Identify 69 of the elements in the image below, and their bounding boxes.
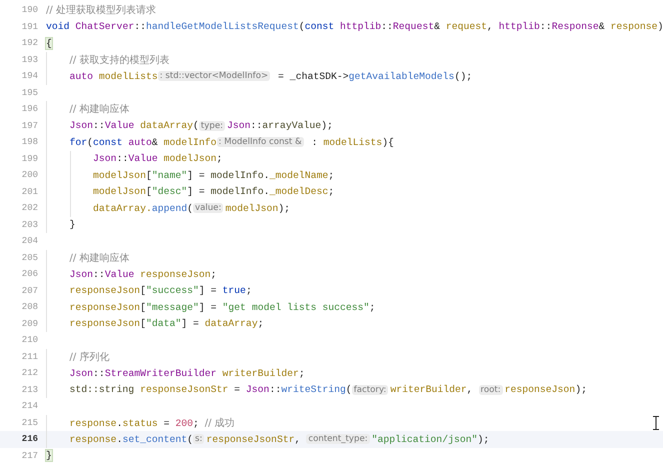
- inlay-hint: : ModelInfo const &: [216, 137, 304, 148]
- code-text: modelJson["name"] = modelInfo._modelName;: [93, 170, 334, 181]
- line-number: 199: [20, 154, 38, 164]
- code-text: auto modelLists: [70, 70, 158, 82]
- line-number: 192: [20, 38, 38, 48]
- code-text: void ChatServer::handleGetModelListsRequest(const httplib::Request& request, httplib::Response& response): [46, 21, 663, 32]
- text-cursor-icon: [653, 416, 659, 430]
- line-number: 202: [20, 203, 38, 214]
- line-number: 191: [20, 22, 38, 32]
- line-number: 197: [20, 120, 38, 131]
- code-comment: // 构建响应体: [70, 252, 130, 265]
- code-text: "application/json");: [372, 434, 490, 445]
- code-text: responseJson["success"] = true;: [70, 285, 252, 296]
- line-number: 209: [20, 318, 38, 329]
- inlay-hint: root:: [478, 384, 503, 395]
- line-number: 203: [20, 220, 38, 230]
- inlay-hint: : std::vector<ModelInfo>: [158, 71, 270, 82]
- code-text: responseJson);: [504, 384, 587, 396]
- line-number: 198: [20, 137, 38, 148]
- line-number: 194: [20, 71, 38, 82]
- line-number: 190: [20, 5, 38, 16]
- code-comment: // 序列化: [70, 350, 110, 364]
- code-comment: // 获取支持的模型列表: [70, 54, 170, 67]
- line-number: 213: [20, 384, 38, 395]
- line-number: 200: [20, 170, 38, 180]
- code-text: responseJson["data"] = dataArray;: [70, 318, 264, 330]
- matched-brace: {: [46, 38, 52, 49]
- line-number: 201: [20, 186, 38, 197]
- code-text: Json::Value responseJson;: [70, 268, 217, 280]
- line-number: 215: [20, 418, 38, 428]
- line-number: 205: [20, 252, 38, 263]
- code-comment: // 构建响应体: [70, 102, 130, 116]
- line-number: 214: [20, 401, 38, 412]
- matched-brace: }: [46, 450, 52, 462]
- code-text: }: [70, 219, 76, 230]
- line-number: 212: [20, 368, 38, 378]
- inlay-hint: factory:: [352, 384, 388, 395]
- code-text: dataArray.append(: [93, 202, 193, 214]
- code-text: = _chatSDK->getAvailableModels();: [277, 70, 472, 82]
- line-number: 204: [20, 236, 38, 246]
- line-number: 195: [20, 88, 38, 98]
- code-text: response.status = 200; // 成功: [70, 416, 235, 430]
- code-text: for(const auto& modelInfo: [70, 136, 217, 148]
- line-number: 207: [20, 286, 38, 296]
- code-text: std::string responseJsonStr = Json::writeString(: [70, 384, 352, 396]
- line-number: 193: [20, 54, 38, 65]
- code-text: modelJson);: [225, 202, 290, 214]
- code-comment: // 处理获取模型列表请求: [46, 4, 156, 18]
- inlay-hint: s:: [193, 434, 204, 444]
- inlay-hint: type:: [198, 120, 225, 131]
- code-text: Json::Value modelJson;: [93, 153, 222, 164]
- line-number: 196: [20, 104, 38, 114]
- line-number: 217: [20, 450, 38, 461]
- line-number: 211: [20, 352, 38, 362]
- code-text: : modelLists){: [310, 136, 394, 148]
- code-text: responseJsonStr,: [206, 434, 302, 445]
- inlay-hint: value:: [193, 203, 224, 214]
- line-number: 206: [20, 269, 38, 280]
- code-text: Json::arrayValue);: [227, 120, 333, 132]
- line-number: 216: [20, 434, 38, 444]
- code-text: Json::StreamWriterBuilder writerBuilder;: [70, 368, 305, 379]
- inlay-hint: content_type:: [306, 434, 370, 444]
- line-number: 208: [20, 302, 38, 312]
- code-text: modelJson["desc"] = modelInfo._modelDesc;: [93, 186, 334, 198]
- code-text: response.set_content(: [70, 434, 194, 445]
- code-text: Json::Value dataArray(: [70, 120, 199, 132]
- line-number: 210: [20, 335, 38, 346]
- code-text: writerBuilder,: [390, 384, 474, 396]
- code-text: responseJson["message"] = "get model lists success";: [70, 302, 376, 313]
